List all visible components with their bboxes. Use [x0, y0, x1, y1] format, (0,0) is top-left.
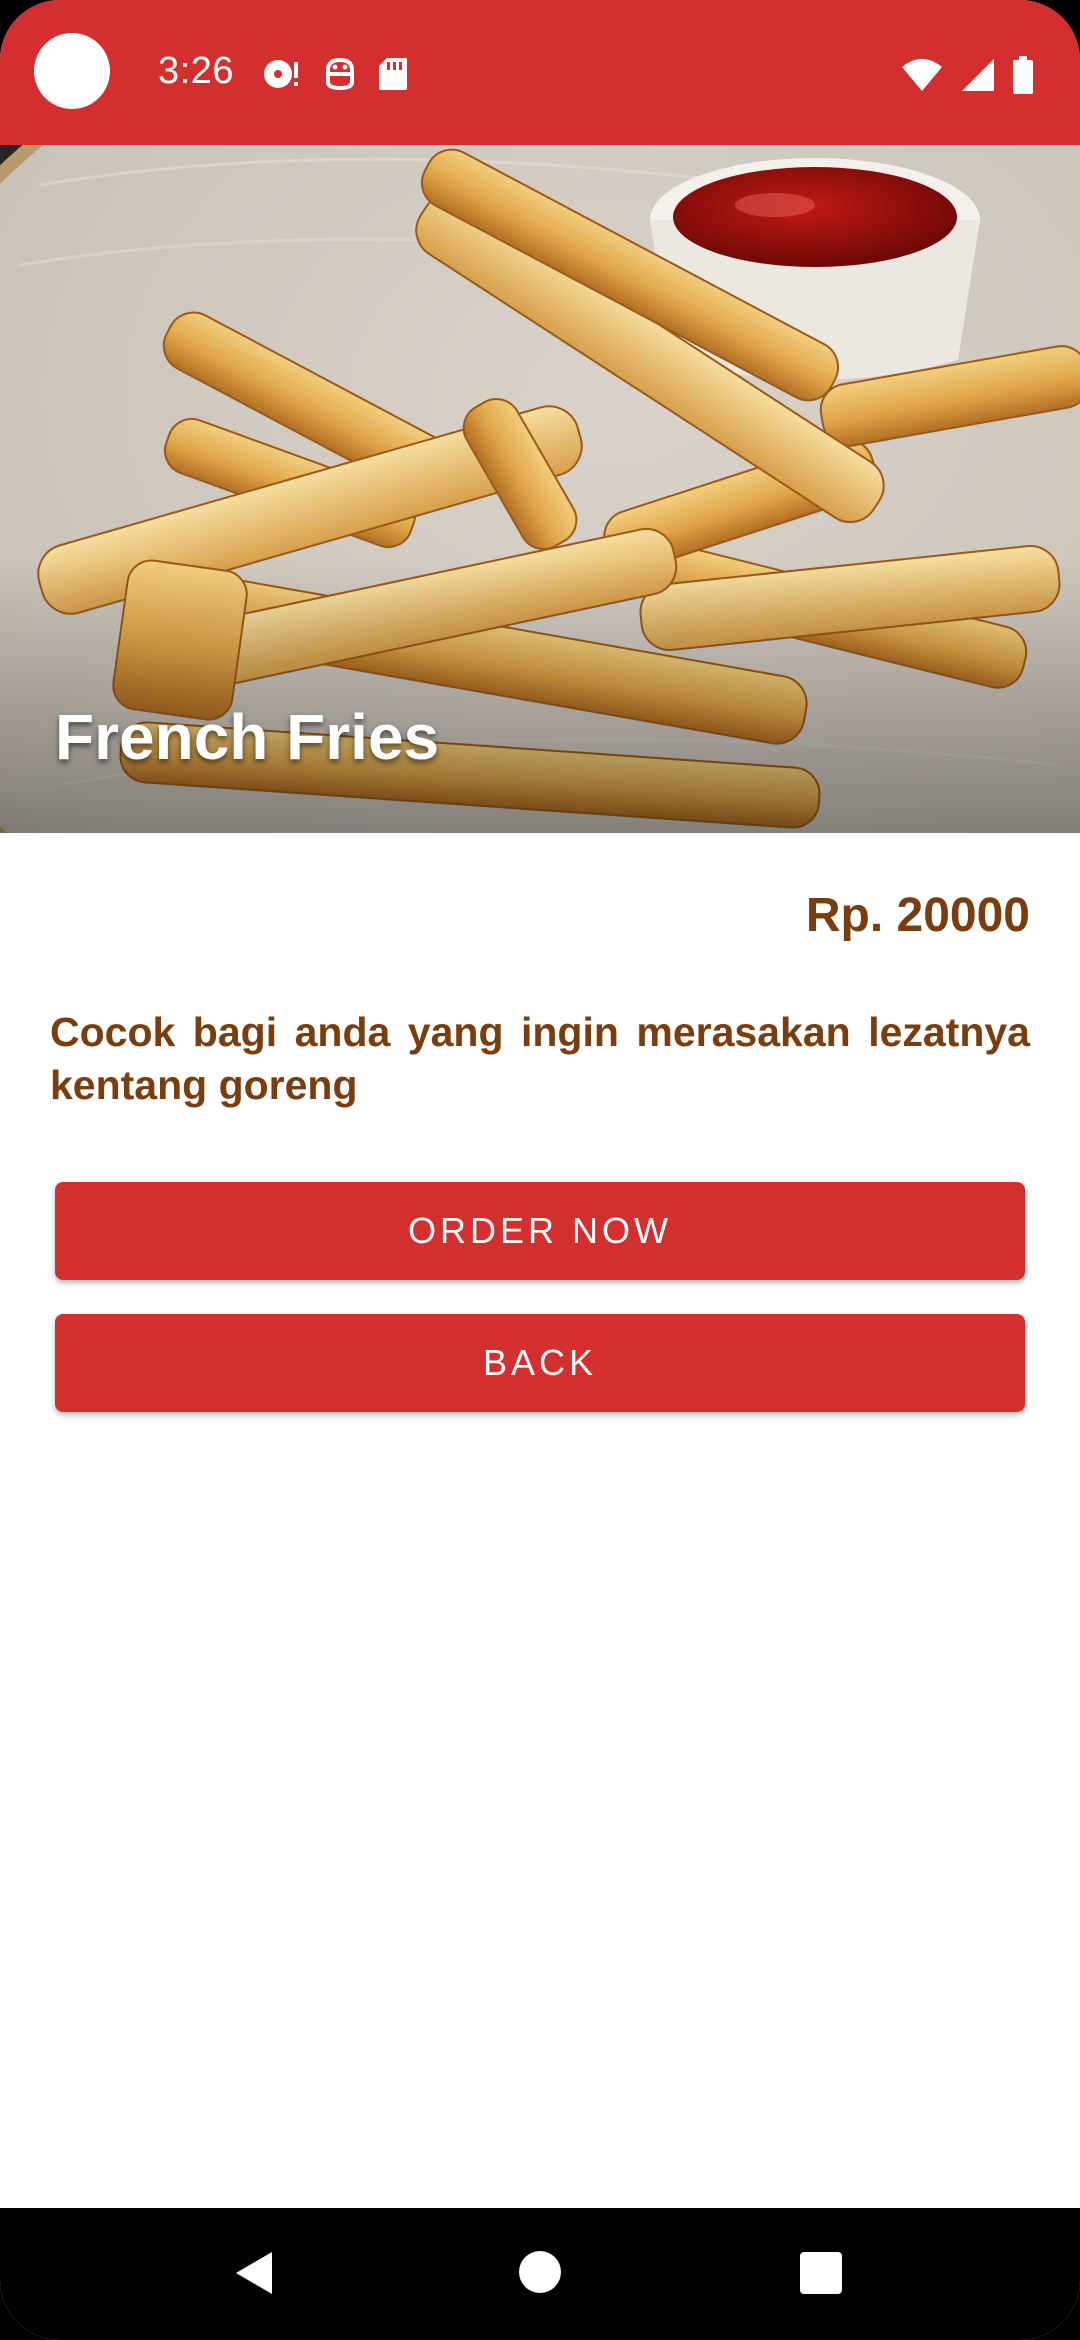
- navigation-bar: [0, 2208, 1080, 2340]
- back-button[interactable]: BACK: [55, 1314, 1025, 1412]
- camera-cutout: [34, 33, 110, 109]
- sd-card-icon: [378, 56, 408, 92]
- product-description: Cocok bagi anda yang ingin merasakan lez…: [50, 1009, 1030, 1108]
- battery-icon: [1012, 56, 1034, 94]
- nav-home-icon[interactable]: [519, 2251, 561, 2293]
- cell-signal-icon: [960, 57, 996, 93]
- wifi-icon: [900, 57, 944, 93]
- status-bar: 3:26: [0, 0, 1080, 145]
- nav-back-icon[interactable]: [234, 2250, 274, 2301]
- nav-recents-icon[interactable]: [800, 2252, 842, 2294]
- product-name: French Fries: [55, 701, 440, 773]
- media-disc-icon: [262, 56, 302, 92]
- product-price: Rp. 20000: [805, 889, 1030, 942]
- app-screen: 3:26 French Fries Rp. 20000 Cocok bagi a…: [0, 0, 1080, 2340]
- order-now-button[interactable]: ORDER NOW: [55, 1182, 1025, 1280]
- status-time: 3:26: [158, 50, 234, 92]
- product-image: French Fries: [0, 145, 1080, 833]
- android-debug-icon: [324, 56, 356, 92]
